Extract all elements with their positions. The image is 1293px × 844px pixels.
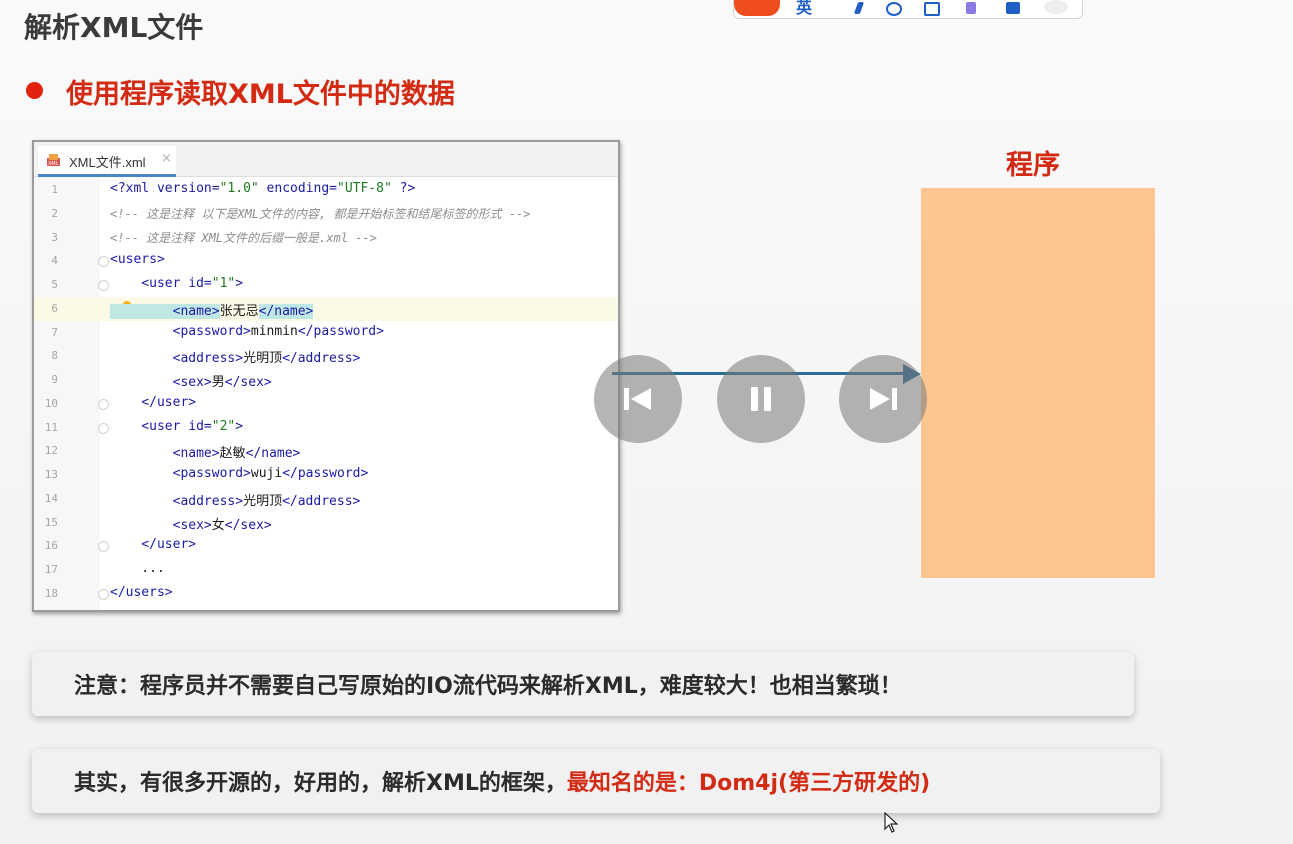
- next-button[interactable]: [839, 355, 927, 443]
- code-text: <?xml version="1.0" encoding="UTF-8" ?>: [110, 181, 416, 196]
- code-line[interactable]: 14 <address>光明顶</address>: [34, 487, 618, 511]
- line-number: 11: [44, 420, 58, 434]
- code-line[interactable]: 8 <address>光明顶</address>: [34, 344, 618, 368]
- line-number: 6: [51, 301, 58, 315]
- note-box-2: 其实，有很多开源的，好用的，解析XML的框架，最知名的是：Dom4j(第三方研发…: [32, 749, 1160, 813]
- previous-button[interactable]: [594, 355, 682, 443]
- svg-text:XML: XML: [48, 161, 59, 167]
- code-text: <name>张无忌</name>: [110, 303, 314, 319]
- note-box-1: 注意：程序员并不需要自己写原始的IO流代码来解析XML，难度较大！也相当繁琐！: [32, 652, 1134, 716]
- note-text-1: 注意：程序员并不需要自己写原始的IO流代码来解析XML，难度较大！也相当繁琐！: [74, 674, 902, 699]
- program-label: 程序: [1006, 150, 1060, 181]
- tab-xml-file[interactable]: XML XML文件.xml ×: [38, 146, 176, 177]
- code-text: <sex>女</sex>: [110, 517, 272, 533]
- code-line[interactable]: 15 <sex>女</sex>: [34, 511, 618, 535]
- code-line[interactable]: 2 <!-- 这是注释 以下是XML文件的内容, 都是开始标签和结尾标签的形式 -…: [34, 202, 618, 226]
- code-text: <!-- 这是注释 以下是XML文件的内容, 都是开始标签和结尾标签的形式 --…: [110, 206, 531, 221]
- line-number: 2: [51, 206, 58, 220]
- program-box: [921, 188, 1155, 578]
- code-line[interactable]: 9 <sex>男</sex>: [34, 368, 618, 392]
- browser-toolbar: 英: [733, 0, 1083, 19]
- code-text: <name>赵敏</name>: [110, 446, 301, 462]
- line-number: 17: [44, 563, 58, 576]
- fold-marker-icon[interactable]: [98, 398, 109, 410]
- code-line[interactable]: 10 </user>: [34, 392, 618, 416]
- line-number: 9: [51, 373, 58, 386]
- fold-marker-icon[interactable]: [98, 541, 109, 553]
- keyboard-icon[interactable]: [924, 2, 940, 16]
- code-text: <sex>男</sex>: [110, 375, 272, 390]
- code-line[interactable]: 18 </users>: [34, 582, 618, 606]
- bullet-dot-icon: [26, 82, 43, 99]
- code-line[interactable]: 12 <name>赵敏</name>: [34, 439, 618, 463]
- code-text: <user id="1">: [110, 276, 244, 291]
- close-icon[interactable]: ×: [161, 151, 172, 166]
- line-number: 5: [51, 278, 58, 291]
- code-line[interactable]: 13 <password>wuji</password>: [34, 463, 618, 487]
- input-method-label[interactable]: 英: [796, 0, 812, 18]
- fold-marker-icon[interactable]: [98, 588, 109, 600]
- fold-marker-icon[interactable]: [98, 422, 109, 434]
- toolbox-icon[interactable]: [1006, 2, 1020, 14]
- pause-button[interactable]: [717, 355, 805, 443]
- code-text: <address>光明顶</address>: [110, 351, 361, 367]
- fold-marker-icon[interactable]: [98, 256, 109, 268]
- line-number: 8: [51, 349, 58, 363]
- line-number: 16: [44, 539, 58, 553]
- code-text: </users>: [110, 584, 173, 600]
- code-line[interactable]: 7 <password>minmin</password>: [34, 321, 618, 345]
- code-text: </user>: [110, 394, 197, 410]
- line-number: 3: [51, 230, 58, 244]
- code-editor-window: XML XML文件.xml × 1 <?xml version="1.0" enc…: [32, 140, 620, 612]
- line-number: 1: [51, 183, 58, 196]
- code-line[interactable]: 5 <user id="1">: [34, 273, 618, 297]
- line-number: 4: [51, 254, 58, 268]
- slide: 英 解析XML文件 使用程序读取XML文件中的数据 XML XML文件.xml …: [0, 0, 1293, 844]
- code-line[interactable]: 6 <name>张无忌</name>: [34, 296, 618, 321]
- tab-label: XML文件.xml: [69, 155, 146, 170]
- slide-title: 解析XML文件: [24, 11, 204, 44]
- note-text-2-red: 最知名的是：Dom4j(第三方研发的): [566, 771, 931, 796]
- line-number: 10: [44, 396, 58, 410]
- code-text: <password>wuji</password>: [110, 466, 369, 481]
- code-text: ...: [110, 561, 165, 576]
- code-line[interactable]: 4 <users>: [34, 249, 618, 273]
- punctuation-icon[interactable]: [853, 2, 865, 14]
- line-number: 14: [44, 491, 58, 505]
- code-text: <address>光明顶</address>: [110, 493, 361, 509]
- code-line[interactable]: 16 </user>: [34, 534, 618, 558]
- next-icon: [870, 388, 897, 410]
- line-number: 18: [44, 586, 58, 600]
- code-text: <!-- 这是注释 XML文件的后缀一般是.xml -->: [110, 230, 377, 245]
- note-text-2: 其实，有很多开源的，好用的，解析XML的框架，最知名的是：Dom4j(第三方研发…: [74, 765, 930, 797]
- note-text-2-black: 其实，有很多开源的，好用的，解析XML的框架，: [74, 771, 567, 796]
- code-text: <user id="2">: [110, 418, 244, 434]
- pause-icon: [751, 387, 771, 411]
- code-text: <users>: [110, 252, 165, 268]
- code-line[interactable]: 11 <user id="2">: [34, 416, 618, 440]
- app-logo-icon[interactable]: [734, 0, 780, 16]
- line-number: 7: [51, 325, 58, 339]
- xml-file-icon: XML: [47, 154, 60, 167]
- mouse-cursor-icon: [884, 812, 899, 833]
- skin-icon[interactable]: [966, 2, 976, 14]
- code-text: </user>: [110, 537, 197, 553]
- editor-tab-bar: XML XML文件.xml ×: [34, 142, 618, 177]
- code-line[interactable]: 3 <!-- 这是注释 XML文件的后缀一般是.xml -->: [34, 226, 618, 250]
- line-number: 12: [44, 444, 58, 458]
- code-line[interactable]: 1 <?xml version="1.0" encoding="UTF-8" ?>: [34, 178, 618, 202]
- line-number: 15: [44, 515, 58, 529]
- line-number: 13: [44, 468, 58, 481]
- code-text: <password>minmin</password>: [110, 323, 384, 339]
- voice-icon[interactable]: [886, 2, 902, 16]
- fold-marker-icon[interactable]: [98, 280, 109, 291]
- bullet-text: 使用程序读取XML文件中的数据: [66, 79, 455, 110]
- more-icon[interactable]: [1044, 0, 1068, 14]
- previous-icon: [624, 388, 651, 410]
- code-line[interactable]: 17 ...: [34, 558, 618, 582]
